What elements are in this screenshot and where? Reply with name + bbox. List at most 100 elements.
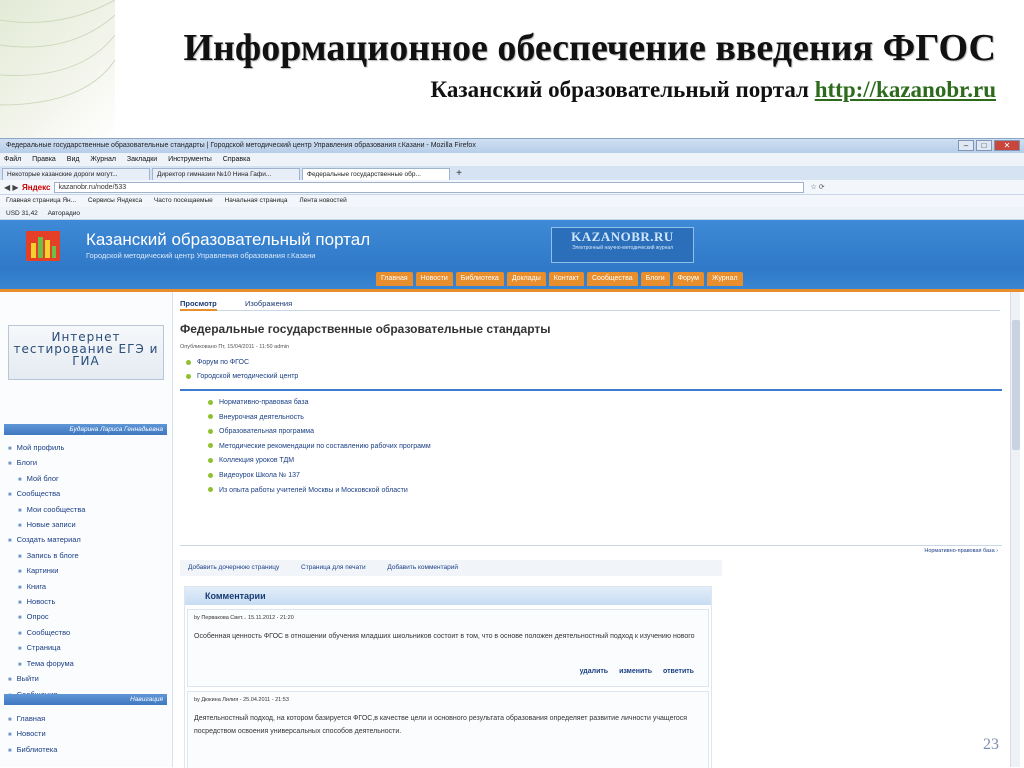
menu-bookmarks[interactable]: Закладки bbox=[127, 156, 157, 163]
browser-tab[interactable]: Директор гимназии №10 Нина Гафи... bbox=[152, 168, 300, 180]
print-page-link[interactable]: Страница для печати bbox=[301, 564, 366, 571]
page-scrollbar[interactable] bbox=[1010, 292, 1020, 767]
bookmark-item[interactable]: Сервисы Яндекса bbox=[88, 197, 142, 204]
link-item[interactable]: Видеоурок Школа № 137 bbox=[208, 469, 431, 484]
reply-link[interactable]: ответить bbox=[663, 668, 694, 675]
link-item[interactable]: Образовательная программа bbox=[208, 425, 431, 440]
nav-menu-item[interactable]: ■ Главная bbox=[8, 712, 57, 727]
bookmark-item[interactable]: Главная страница Ян... bbox=[6, 197, 76, 204]
next-page-link[interactable]: Нормативно-правовая база › bbox=[924, 548, 998, 554]
comment-text: Особенная ценность ФГОС в отношении обуч… bbox=[194, 633, 695, 640]
menu-item[interactable]: ■ Мои сообщества bbox=[8, 503, 85, 518]
menu-item[interactable]: ■ Блоги bbox=[8, 456, 85, 471]
link-item[interactable]: Из опыта работы учителей Москвы и Москов… bbox=[208, 484, 431, 499]
link-item[interactable]: Городской методический центр bbox=[186, 370, 298, 384]
top-links: Форум по ФГОС Городской методический цен… bbox=[186, 356, 298, 384]
tab-view[interactable]: Просмотр bbox=[180, 299, 217, 311]
menu-item[interactable]: ■ Новость bbox=[8, 595, 85, 610]
menu-item[interactable]: ■ Сообщество bbox=[8, 626, 85, 641]
menu-help[interactable]: Справка bbox=[223, 156, 250, 163]
link-item[interactable]: Коллекция уроков ТДМ bbox=[208, 454, 431, 469]
delete-link[interactable]: удалить bbox=[580, 668, 609, 675]
menu-item[interactable]: ■ Опрос bbox=[8, 610, 85, 625]
link-item[interactable]: Внеурочная деятельность bbox=[208, 411, 431, 426]
maximize-icon[interactable]: □ bbox=[976, 140, 992, 151]
nav-main[interactable]: Главная bbox=[376, 272, 413, 286]
nav-forum[interactable]: Форум bbox=[672, 272, 704, 286]
divider bbox=[180, 545, 1002, 546]
browser-screenshot: Федеральные государственные образователь… bbox=[0, 138, 1024, 768]
menu-history[interactable]: Журнал bbox=[90, 156, 116, 163]
site-logo-icon bbox=[26, 231, 60, 261]
testing-banner[interactable]: Интернет тестирование ЕГЭ и ГИА bbox=[8, 325, 164, 380]
browser-tab-active[interactable]: Федеральные государственные обр... bbox=[302, 168, 450, 180]
page-actions: Добавить дочернюю страницу Страница для … bbox=[180, 560, 722, 576]
brand-name: KAZANOBR.RU bbox=[571, 229, 674, 244]
page-content: Интернет тестирование ЕГЭ и ГИА Бударина… bbox=[0, 292, 1024, 768]
brand-subtitle: Электронный научно-методический журнал bbox=[571, 245, 674, 251]
comment: by Дюкина Лилия - 25.04.2011 - 21:53 Дея… bbox=[187, 691, 709, 768]
slide-subtitle-text: Казанский образовательный портал bbox=[430, 77, 815, 102]
menu-item[interactable]: ■ Выйти bbox=[8, 672, 85, 687]
site-header: Казанский образовательный портал Городск… bbox=[0, 220, 1024, 292]
brand-banner[interactable]: KAZANOBR.RU Электронный научно-методичес… bbox=[551, 227, 694, 263]
nav-news[interactable]: Новости bbox=[415, 272, 453, 286]
page-heading: Федеральные государственные образователь… bbox=[180, 322, 551, 336]
site-title: Казанский образовательный портал bbox=[86, 230, 371, 249]
star-icon[interactable]: ☆ ⟳ bbox=[810, 183, 824, 191]
nav-menu-item[interactable]: ■ Библиотека bbox=[8, 743, 57, 758]
search-engine-label[interactable]: Яндекс bbox=[22, 183, 50, 192]
menu-item[interactable]: ■ Книга bbox=[8, 580, 85, 595]
new-tab-icon[interactable]: + bbox=[452, 168, 466, 180]
currency-widget[interactable]: USD 31,42 bbox=[6, 210, 38, 217]
window-title: Федеральные государственные образователь… bbox=[6, 142, 476, 149]
nav-communities[interactable]: Сообщества bbox=[587, 272, 638, 286]
menu-item[interactable]: ■ Мой блог bbox=[8, 472, 85, 487]
menu-item[interactable]: ■ Мой профиль bbox=[8, 441, 85, 456]
slide-corner-decoration bbox=[0, 0, 115, 140]
close-icon[interactable]: ✕ bbox=[994, 140, 1020, 151]
link-item[interactable]: Нормативно-правовая база bbox=[208, 396, 431, 411]
back-forward-icon[interactable]: ◀ ▶ bbox=[4, 183, 22, 192]
menu-edit[interactable]: Правка bbox=[32, 156, 56, 163]
menu-item[interactable]: ■ Картинки bbox=[8, 564, 85, 579]
add-comment-link[interactable]: Добавить комментарий bbox=[387, 564, 458, 571]
nav-contact[interactable]: Контакт bbox=[548, 272, 584, 286]
main-column: Просмотр Изображения Федеральные государ… bbox=[180, 292, 1002, 768]
menu-view[interactable]: Вид bbox=[67, 156, 80, 163]
browser-tab[interactable]: Некоторые казанские дороги могут... bbox=[2, 168, 150, 180]
nav-journal[interactable]: Журнал bbox=[706, 272, 743, 286]
nav-blogs[interactable]: Блоги bbox=[640, 272, 670, 286]
menu-item[interactable]: ■ Сообщества bbox=[8, 487, 85, 502]
nav-reports[interactable]: Доклады bbox=[506, 272, 546, 286]
left-sidebar: Интернет тестирование ЕГЭ и ГИА Бударина… bbox=[0, 292, 173, 767]
nav-menu-item[interactable]: ■ Новости bbox=[8, 727, 57, 742]
bookmark-item[interactable]: Лента новостей bbox=[299, 197, 346, 204]
edit-link[interactable]: изменить bbox=[619, 668, 652, 675]
slide-page-number: 23 bbox=[983, 736, 999, 753]
link-item[interactable]: Методические рекомендации по составлению… bbox=[208, 440, 431, 455]
radio-widget[interactable]: Авторадио bbox=[48, 210, 80, 217]
nav-library[interactable]: Библиотека bbox=[455, 272, 504, 286]
minimize-icon[interactable]: – bbox=[958, 140, 974, 151]
comments-section: Комментарии by Первакова Свет... 15.11.2… bbox=[184, 586, 712, 768]
divider bbox=[180, 389, 1002, 391]
menu-item[interactable]: ■ Новые записи bbox=[8, 518, 85, 533]
link-item[interactable]: Форум по ФГОС bbox=[186, 356, 298, 370]
add-child-page-link[interactable]: Добавить дочернюю страницу bbox=[188, 564, 279, 571]
menu-tools[interactable]: Инструменты bbox=[168, 156, 212, 163]
tab-images[interactable]: Изображения bbox=[245, 299, 292, 308]
comment-meta: by Дюкина Лилия - 25.04.2011 - 21:53 bbox=[194, 697, 289, 703]
menu-item[interactable]: ■ Создать материал bbox=[8, 533, 85, 548]
bookmark-item[interactable]: Начальная страница bbox=[225, 197, 288, 204]
portal-link[interactable]: http://kazanobr.ru bbox=[815, 77, 996, 102]
menu-file[interactable]: Файл bbox=[4, 156, 21, 163]
menu-item[interactable]: ■ Запись в блоге bbox=[8, 549, 85, 564]
fgos-links: Нормативно-правовая база Внеурочная деят… bbox=[208, 396, 431, 498]
site-navigation: Главная Новости Библиотека Доклады Конта… bbox=[376, 272, 743, 286]
address-bar[interactable]: kazanobr.ru/node/533 bbox=[54, 181, 805, 193]
menu-item[interactable]: ■ Тема форума bbox=[8, 657, 85, 672]
menu-item[interactable]: ■ Страница bbox=[8, 641, 85, 656]
bookmark-item[interactable]: Часто посещаемые bbox=[154, 197, 213, 204]
scrollbar-thumb[interactable] bbox=[1012, 320, 1020, 450]
